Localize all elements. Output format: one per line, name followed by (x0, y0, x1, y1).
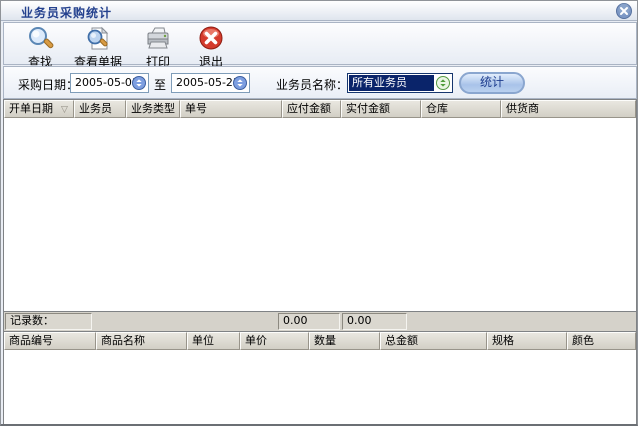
to-label: 至 (154, 76, 166, 93)
view-document-icon (68, 25, 128, 53)
orders-col-order-no[interactable]: 单号 (180, 100, 282, 118)
items-table-body[interactable] (4, 350, 636, 424)
orders-table: 开单日期▽ 业务员 业务类型 单号 应付金额 实付金额 仓库 供货商 (3, 99, 637, 312)
date-to-spinner-icon[interactable] (233, 76, 247, 90)
items-col-spec[interactable]: 规格 (487, 332, 567, 350)
items-col-total-amount[interactable]: 总金额 (380, 332, 487, 350)
items-col-quantity[interactable]: 数量 (309, 332, 380, 350)
date-from-spinner-icon[interactable] (132, 76, 146, 90)
sort-icon[interactable]: ▽ (61, 105, 68, 115)
close-icon (616, 3, 632, 19)
orders-col-warehouse[interactable]: 仓库 (421, 100, 501, 118)
payable-total-value: 0.00 (278, 313, 340, 330)
orders-col-paid[interactable]: 实付金额 (341, 100, 421, 118)
items-table-header: 商品编号 商品名称 单位 单价 数量 总金额 规格 颜色 (4, 332, 636, 350)
statistics-button[interactable]: 统计 (459, 72, 525, 94)
title-bar: 业务员采购统计 (1, 1, 637, 21)
items-col-unit-price[interactable]: 单价 (240, 332, 309, 350)
summary-row: 记录数： 0.00 0.00 (3, 312, 637, 331)
print-icon (136, 25, 180, 53)
date-from-input[interactable]: 2005-05-01 (70, 73, 149, 93)
record-count-label: 记录数： (5, 313, 92, 330)
filter-bar: 采购日期： 2005-05-01 至 2005-05-23 (3, 66, 637, 99)
date-to-value: 2005-05-23 (176, 76, 240, 89)
orders-col-supplier[interactable]: 供货商 (501, 100, 636, 118)
salesman-dropdown-icon[interactable] (436, 76, 450, 90)
items-col-product-name[interactable]: 商品名称 (96, 332, 187, 350)
orders-table-body[interactable] (4, 118, 636, 311)
purchase-date-label: 采购日期： (18, 76, 78, 93)
items-table: 商品编号 商品名称 单位 单价 数量 总金额 规格 颜色 (3, 331, 637, 425)
view-document-button[interactable]: 查看单据 (68, 25, 128, 70)
salesman-name-label: 业务员名称： (276, 76, 348, 93)
paid-total-value: 0.00 (342, 313, 407, 330)
print-button[interactable]: 打印 (136, 25, 180, 70)
items-col-product-no[interactable]: 商品编号 (4, 332, 96, 350)
date-to-input[interactable]: 2005-05-23 (171, 73, 250, 93)
items-col-color[interactable]: 颜色 (567, 332, 636, 350)
orders-table-header: 开单日期▽ 业务员 业务类型 单号 应付金额 实付金额 仓库 供货商 (4, 100, 636, 118)
items-col-unit[interactable]: 单位 (187, 332, 240, 350)
orders-col-order-date[interactable]: 开单日期▽ (4, 100, 74, 118)
orders-col-biz-type[interactable]: 业务类型 (126, 100, 180, 118)
window-title: 业务员采购统计 (21, 4, 112, 21)
date-from-value: 2005-05-01 (75, 76, 139, 89)
find-button[interactable]: 查找 (16, 25, 64, 70)
close-button[interactable] (616, 3, 632, 19)
app-window: 业务员采购统计 查找 (0, 0, 638, 426)
salesman-selected-value: 所有业务员 (349, 75, 434, 91)
search-icon (16, 25, 64, 53)
orders-col-salesman[interactable]: 业务员 (74, 100, 126, 118)
toolbar: 查找 查看单据 (3, 22, 637, 65)
salesman-select[interactable]: 所有业务员 (347, 73, 453, 93)
exit-icon (188, 25, 234, 53)
orders-col-payable[interactable]: 应付金额 (282, 100, 341, 118)
exit-button[interactable]: 退出 (188, 25, 234, 70)
